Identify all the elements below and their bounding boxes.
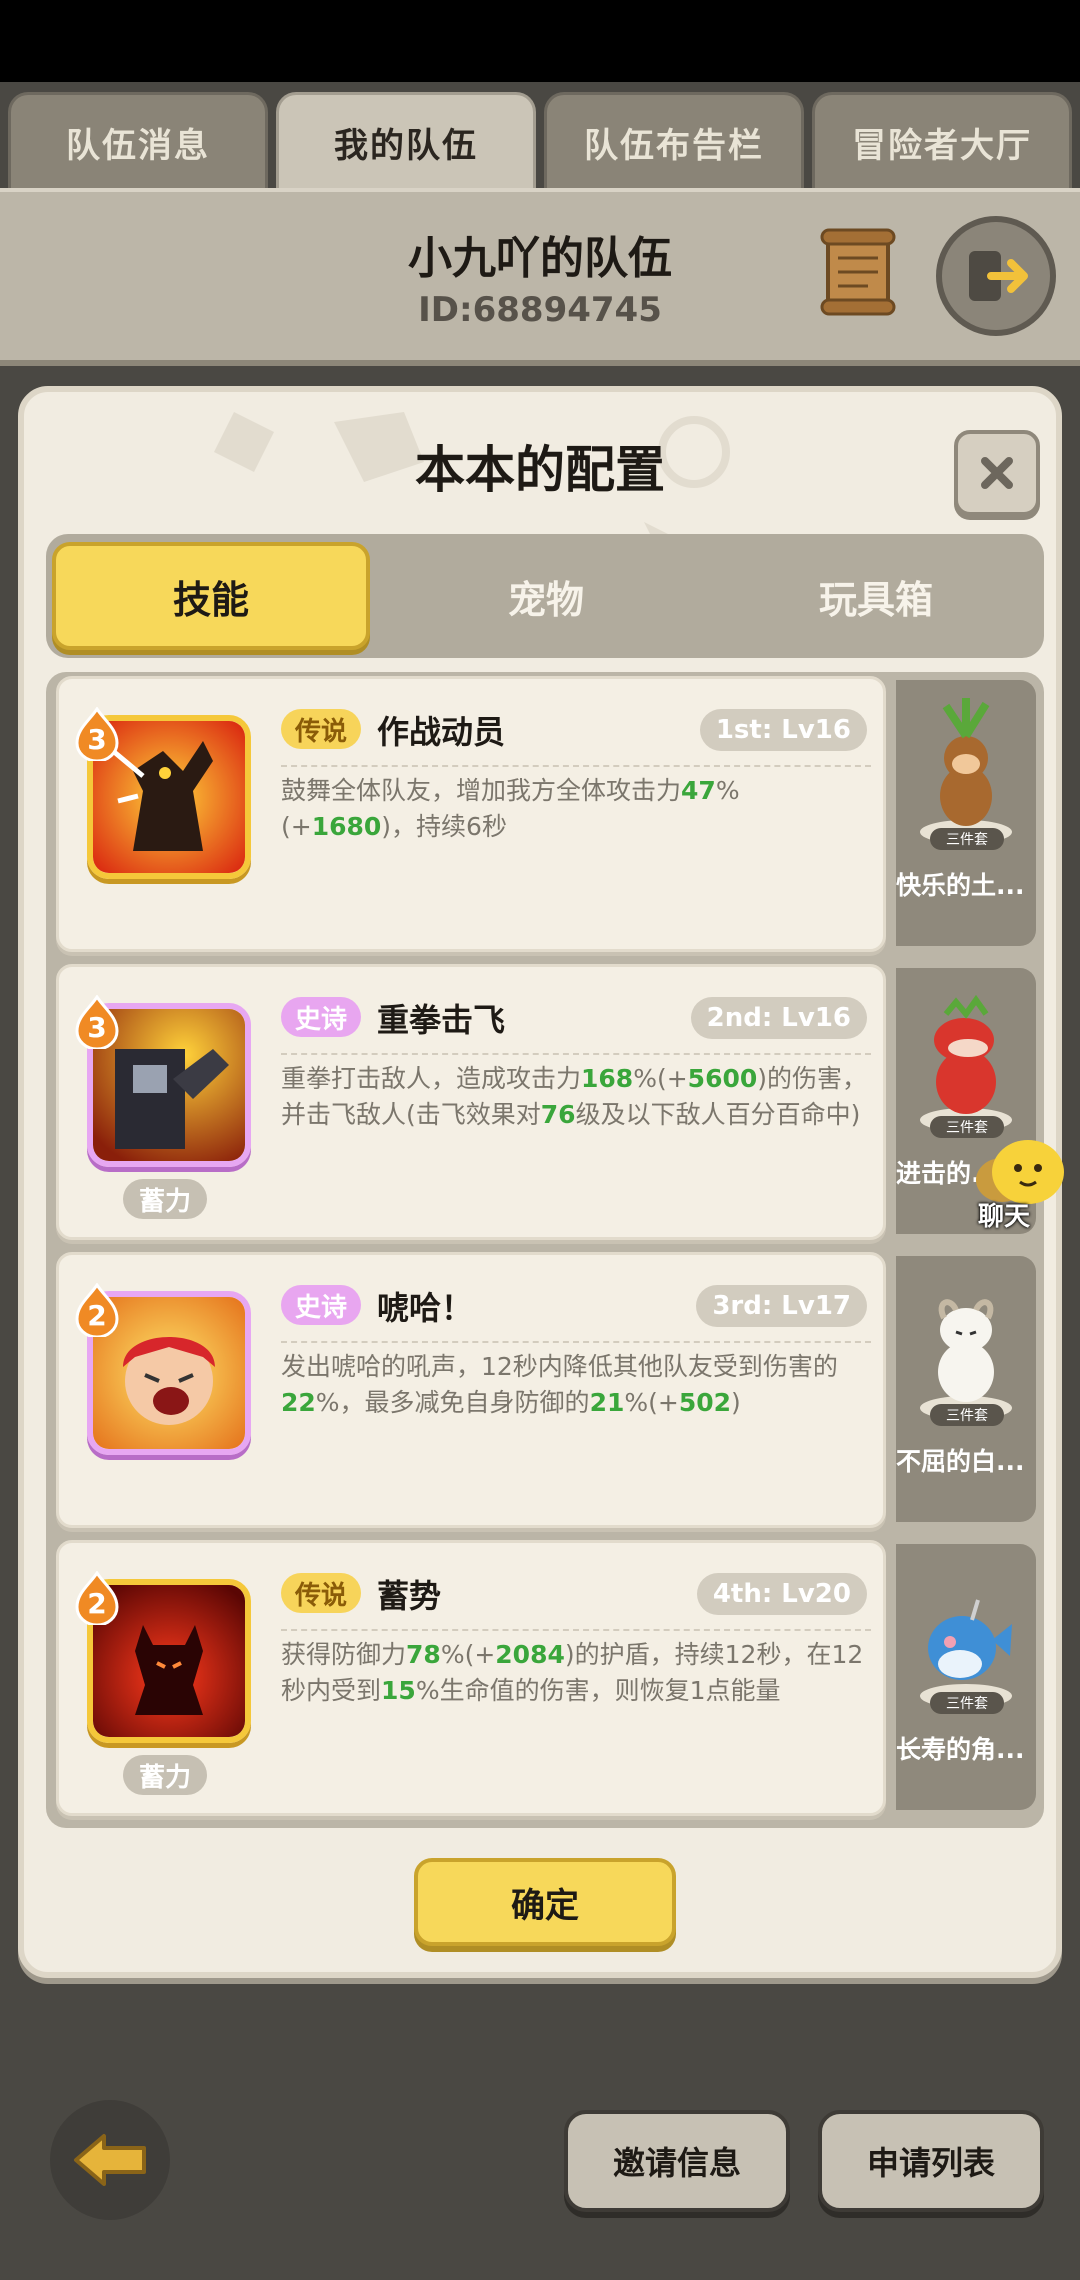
skill-name: 蓄势 [377,1577,442,1615]
skill-name: 唬哈！ [377,1289,474,1327]
stat-value: 78 [406,1640,441,1669]
desc-text: 鼓舞全体队友，增加我方全体攻击力 [281,776,682,805]
skill-description: 获得防御力78%(+2084)的护盾，持续12秒，在12秒内受到15%生命值的伤… [281,1637,871,1709]
chat-label[interactable]: 聊天 [978,1196,1030,1233]
desc-text: %(+ [440,1640,496,1669]
back-arrow-icon [74,2134,146,2186]
team-header: 小九吖的队伍 ID:68894745 [0,188,1080,366]
stat-value: 47 [681,776,716,805]
charge-tag: 蓄力 [123,1179,207,1219]
monkey-pet-icon [920,698,1012,844]
team-id: ID:68894745 [418,290,662,330]
pet-name: 快乐的土... [896,871,1025,900]
pet-slot[interactable]: 三件套 不屈的白... [896,1256,1036,1522]
invite-info-button[interactable]: 邀请信息 [564,2110,790,2212]
rarity-badge: 传说 [281,1573,362,1613]
skill-row[interactable]: 3 蓄力 史诗 重拳击飞 2nd: Lv16 重拳打击敌人，造成攻击力168%(… [56,964,1036,1240]
divider [281,765,871,767]
skill-slot-level: 2nd: Lv16 [690,997,867,1039]
config-modal: 本本的配置 技能 宠物 玩具箱 3 传说 作战动员 1st: Lv16 鼓舞全体… [18,386,1062,1978]
tab-my-team[interactable]: 我的队伍 [276,92,536,190]
exit-icon [969,251,1028,301]
divider [281,1629,871,1631]
stat-value: 15 [381,1676,416,1705]
red-dragon-pet-icon [920,994,1012,1132]
desc-text: %生命值的伤害，则恢复1点能量 [415,1676,781,1705]
status-bar [0,0,1080,82]
level-badge: 2 [75,1282,119,1339]
team-tabs: 队伍消息 我的队伍 队伍布告栏 冒险者大厅 [8,92,1072,190]
desc-text: )，持续6秒 [381,812,507,841]
tab-skills[interactable]: 技能 [52,542,370,650]
blue-whale-pet-icon [920,1599,1012,1708]
rarity-badge: 史诗 [281,997,362,1037]
skill-name: 重拳击飞 [377,1001,506,1039]
skill-card[interactable]: 3 蓄力 史诗 重拳击飞 2nd: Lv16 重拳打击敌人，造成攻击力168%(… [56,964,886,1240]
tab-team-board[interactable]: 队伍布告栏 [544,92,804,190]
tab-adventurer-hall[interactable]: 冒险者大厅 [812,92,1072,190]
divider [281,1341,871,1343]
apply-list-button[interactable]: 申请列表 [818,2110,1044,2212]
modal-title: 本本的配置 [415,441,665,499]
stat-value: 22 [281,1388,316,1417]
skill-card[interactable]: 3 传说 作战动员 1st: Lv16 鼓舞全体队友，增加我方全体攻击力47%(… [56,676,886,952]
skill-description: 发出唬哈的吼声，12秒内降低其他队友受到伤害的 22%，最多减免自身防御的21%(… [281,1349,871,1421]
tab-toybox[interactable]: 玩具箱 [716,534,1036,658]
stat-value: 5600 [687,1064,758,1093]
desc-text: 获得防御力 [281,1640,407,1669]
set-tag: 三件套 [930,828,1004,850]
desc-text: 级及以下敌人百分百命中) [575,1100,861,1129]
divider [281,1053,871,1055]
team-name: 小九吖的队伍 [408,233,672,284]
set-tag: 三件套 [930,1404,1004,1426]
desc-text: %，最多减免自身防御的 [315,1388,590,1417]
stat-value: 2084 [495,1640,565,1669]
white-goat-pet-icon [920,1299,1012,1420]
skill-slot-level: 4th: Lv20 [696,1573,867,1615]
pet-slot[interactable]: 三件套 快乐的土... [896,680,1036,946]
pet-name: 不屈的白... [896,1447,1025,1476]
level-badge: 3 [75,994,119,1051]
level-badge: 2 [75,1570,119,1627]
tab-team-messages[interactable]: 队伍消息 [8,92,268,190]
desc-text: %(+ [624,1388,679,1417]
skill-description: 重拳打击敌人，造成攻击力168%(+5600)的伤害，并击飞敌人(击飞效果对76… [281,1061,871,1133]
desc-text: 发出唬哈的吼声，12秒内降低其他队友受到伤害的 [281,1352,838,1381]
skill-card[interactable]: 2 蓄力 传说 蓄势 4th: Lv20 获得防御力78%(+2084)的护盾，… [56,1540,886,1816]
confirm-button[interactable]: 确定 [414,1858,676,1946]
skill-list: 3 传说 作战动员 1st: Lv16 鼓舞全体队友，增加我方全体攻击力47%(… [46,672,1044,1828]
set-tag: 三件套 [930,1692,1004,1714]
skill-description: 鼓舞全体队友，增加我方全体攻击力47%(+1680)，持续6秒 [281,773,871,845]
stat-value: 502 [678,1388,732,1417]
back-button[interactable] [50,2100,170,2220]
stat-value: 1680 [311,812,382,841]
level-badge: 3 [75,706,119,763]
skill-row[interactable]: 2 史诗 唬哈！ 3rd: Lv17 发出唬哈的吼声，12秒内降低其他队友受到伤… [56,1252,1036,1528]
rarity-badge: 史诗 [281,1285,362,1325]
skill-slot-level: 3rd: Lv17 [696,1285,867,1327]
skill-row[interactable]: 3 传说 作战动员 1st: Lv16 鼓舞全体队友，增加我方全体攻击力47%(… [56,676,1036,952]
rarity-badge: 传说 [281,709,362,749]
charge-tag: 蓄力 [123,1755,207,1795]
pet-slot[interactable]: 三件套 长寿的角... [896,1544,1036,1810]
stat-value: 21 [589,1388,625,1417]
skill-name: 作战动员 [377,713,506,751]
skill-row[interactable]: 2 蓄力 传说 蓄势 4th: Lv20 获得防御力78%(+2084)的护盾，… [56,1540,1036,1816]
close-icon [981,457,1013,489]
scroll-icon[interactable] [818,226,898,316]
desc-text: 重拳打击敌人，造成攻击力 [281,1064,582,1093]
desc-text: %(+ [633,1064,688,1093]
desc-text: ) [731,1388,741,1417]
pet-name: 长寿的角... [896,1735,1025,1764]
stat-value: 168 [581,1064,634,1093]
close-button[interactable] [954,430,1040,516]
tab-pets[interactable]: 宠物 [386,534,706,658]
skill-card[interactable]: 2 史诗 唬哈！ 3rd: Lv17 发出唬哈的吼声，12秒内降低其他队友受到伤… [56,1252,886,1528]
stat-value: 76 [540,1100,576,1129]
config-tabs: 技能 宠物 玩具箱 [46,534,1044,658]
exit-team-button[interactable] [936,216,1056,336]
skill-slot-level: 1st: Lv16 [699,709,867,751]
